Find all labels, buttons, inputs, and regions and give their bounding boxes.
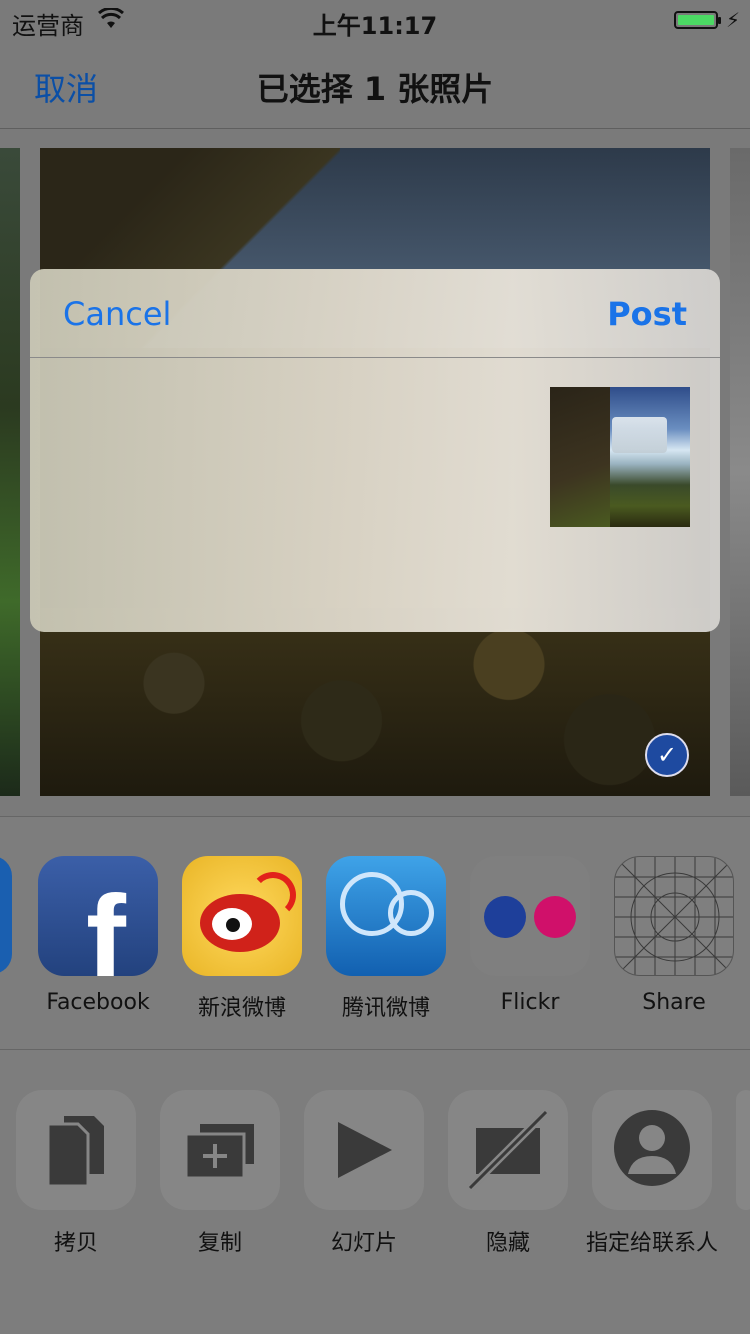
- slideshow-button[interactable]: [304, 1090, 424, 1210]
- tencent-weibo-icon[interactable]: [326, 856, 446, 976]
- copy-icon: [46, 1116, 104, 1188]
- page-title: 已选择 1 张照片: [256, 70, 494, 108]
- share-app-label: Flickr: [500, 990, 560, 1015]
- attached-photo-thumbnail: [550, 387, 690, 527]
- weibo-icon[interactable]: [182, 856, 302, 976]
- duplicate-button[interactable]: [160, 1090, 280, 1210]
- sheet-divider: [0, 816, 750, 817]
- nav-bar: 取消 已选择 1 张照片: [0, 40, 750, 129]
- status-time: 上午11:17: [312, 12, 438, 40]
- compose-dialog: Cancel Post: [30, 269, 720, 632]
- action-label: 复制: [197, 1231, 242, 1256]
- action-label: 拷贝: [53, 1231, 98, 1256]
- facebook-icon[interactable]: f: [38, 856, 158, 976]
- slideshow-icon: [338, 1122, 392, 1178]
- assign-contact-button[interactable]: [592, 1090, 712, 1210]
- share-app-label: Facebook: [46, 990, 150, 1015]
- share-app-label: 新浪微博: [197, 996, 286, 1021]
- action-label: 幻灯片: [330, 1231, 397, 1256]
- compose-header: Cancel Post: [30, 269, 720, 358]
- share-more-icon[interactable]: [614, 856, 734, 976]
- action-label: 隐藏: [485, 1231, 530, 1256]
- share-app-label: Share: [642, 990, 706, 1015]
- duplicate-icon: [184, 1124, 254, 1180]
- share-app-label: 腾讯微博: [341, 996, 430, 1021]
- battery-icon: [674, 11, 721, 29]
- action-label: 指定给联系人: [585, 1231, 718, 1256]
- charging-icon: ⚡: [726, 8, 741, 32]
- partial-action-button[interactable]: [736, 1090, 750, 1210]
- hide-button[interactable]: [448, 1090, 568, 1210]
- compose-cancel-button[interactable]: Cancel: [63, 295, 171, 333]
- hide-icon: [467, 1109, 549, 1191]
- photo-previous[interactable]: [0, 148, 20, 796]
- photo-next[interactable]: [730, 148, 750, 796]
- partial-app-icon[interactable]: [0, 856, 12, 974]
- status-bar: 运营商 上午11:17 ⚡: [0, 0, 750, 40]
- copy-button[interactable]: [16, 1090, 136, 1210]
- flickr-icon[interactable]: [470, 856, 590, 976]
- row-divider: [0, 1049, 750, 1050]
- compose-post-button[interactable]: Post: [607, 295, 687, 333]
- selected-check-icon[interactable]: ✓: [645, 733, 689, 777]
- assign-contact-icon: [614, 1110, 690, 1186]
